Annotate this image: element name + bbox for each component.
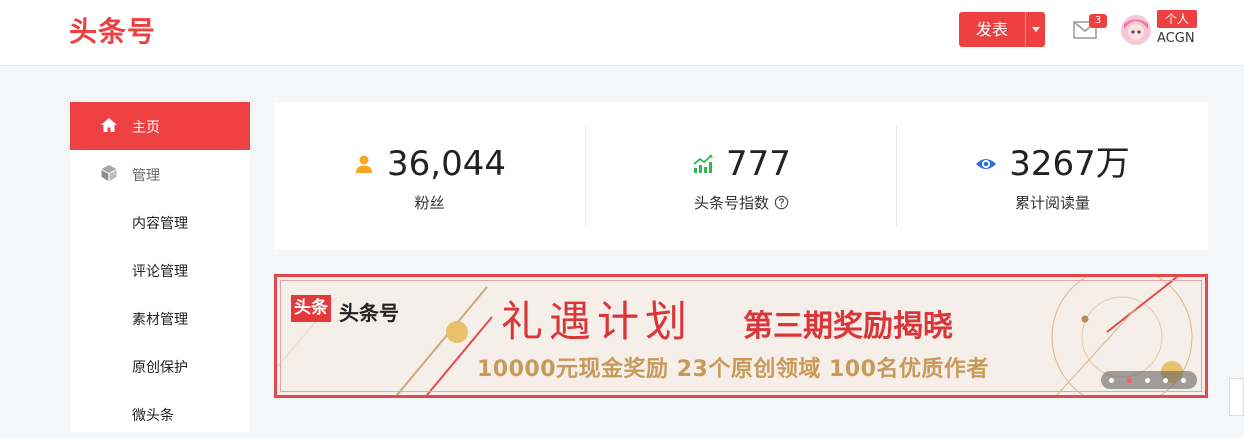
- publish-button-group[interactable]: 发表: [959, 12, 1045, 47]
- sidebar-item-home[interactable]: 主页: [70, 102, 250, 150]
- banner-logo-text: 头条号: [339, 301, 399, 325]
- stat-label: 粉丝: [414, 194, 445, 212]
- help-icon[interactable]: [774, 195, 789, 210]
- sidebar-group-manage[interactable]: 管理: [70, 150, 250, 198]
- sidebar-item-label: 内容管理: [132, 216, 188, 232]
- user-icon: [356, 155, 373, 173]
- sidebar-item-label: 原创保护: [132, 360, 188, 376]
- sidebar-item-label: 主页: [132, 120, 160, 136]
- promo-banner[interactable]: 头条 头条号 礼遇计划 第三期奖励揭晓 10000元现金奖励 23个原创领域 1…: [274, 274, 1208, 398]
- avatar-image-icon: [1121, 15, 1151, 45]
- sidebar-item-micro-headline[interactable]: 微头条: [70, 390, 250, 438]
- sidebar-item-label: 评论管理: [132, 264, 188, 280]
- sidebar-nav: 主页 管理 内容管理 评论管理 素材管理 原创保护 微头条: [70, 102, 250, 432]
- stat-value: 777: [726, 144, 791, 184]
- carousel-dot[interactable]: [1127, 378, 1132, 383]
- carousel-dot[interactable]: [1181, 378, 1186, 383]
- trend-chart-icon: [693, 154, 714, 173]
- sidebar-item-label: 管理: [132, 168, 160, 184]
- sidebar-item-material-manage[interactable]: 素材管理: [70, 294, 250, 342]
- username[interactable]: ACGN: [1157, 31, 1195, 46]
- stats-card: 36,044 粉丝 777 头条号指数 3267万 累计阅读量: [274, 102, 1208, 250]
- account-type-badge: 个人: [1157, 10, 1197, 28]
- banner-tagline: 10000元现金奖励 23个原创领域 100名优质作者: [477, 357, 989, 382]
- avatar[interactable]: [1121, 15, 1151, 45]
- chevron-down-icon: [1031, 27, 1040, 32]
- stat-label: 累计阅读量: [1014, 194, 1090, 212]
- publish-button[interactable]: 发表: [959, 12, 1025, 47]
- carousel-pager: [1101, 371, 1197, 389]
- carousel-dot[interactable]: [1145, 378, 1150, 383]
- site-logo[interactable]: 头条号: [69, 12, 156, 52]
- sidebar-item-label: 素材管理: [132, 312, 188, 328]
- stat-value: 3267万: [1009, 144, 1130, 184]
- top-bar: 头条号 发表 3 个人 ACGN: [0, 0, 1244, 66]
- floating-side-widget[interactable]: [1229, 378, 1244, 416]
- stat-account-index[interactable]: 777 头条号指数: [586, 102, 897, 250]
- carousel-dot[interactable]: [1109, 378, 1114, 383]
- sidebar-item-content-manage[interactable]: 内容管理: [70, 198, 250, 246]
- banner-subtitle: 第三期奖励揭晓: [743, 309, 953, 344]
- sidebar-item-original-protection[interactable]: 原创保护: [70, 342, 250, 390]
- stat-total-reads[interactable]: 3267万 累计阅读量: [897, 102, 1208, 250]
- banner-title: 礼遇计划: [501, 297, 694, 346]
- stat-followers[interactable]: 36,044 粉丝: [274, 102, 585, 250]
- stat-value: 36,044: [387, 144, 506, 184]
- cube-icon: [101, 165, 117, 181]
- notification-badge: 3: [1089, 14, 1107, 28]
- sidebar-item-label: 微头条: [132, 408, 174, 424]
- banner-logo-badge: 头条: [291, 295, 331, 322]
- carousel-dot[interactable]: [1163, 378, 1168, 383]
- sidebar-item-comment-manage[interactable]: 评论管理: [70, 246, 250, 294]
- home-icon: [101, 118, 117, 132]
- publish-dropdown-toggle[interactable]: [1025, 12, 1045, 47]
- stat-label: 头条号指数: [693, 194, 769, 212]
- eye-icon: [976, 159, 997, 169]
